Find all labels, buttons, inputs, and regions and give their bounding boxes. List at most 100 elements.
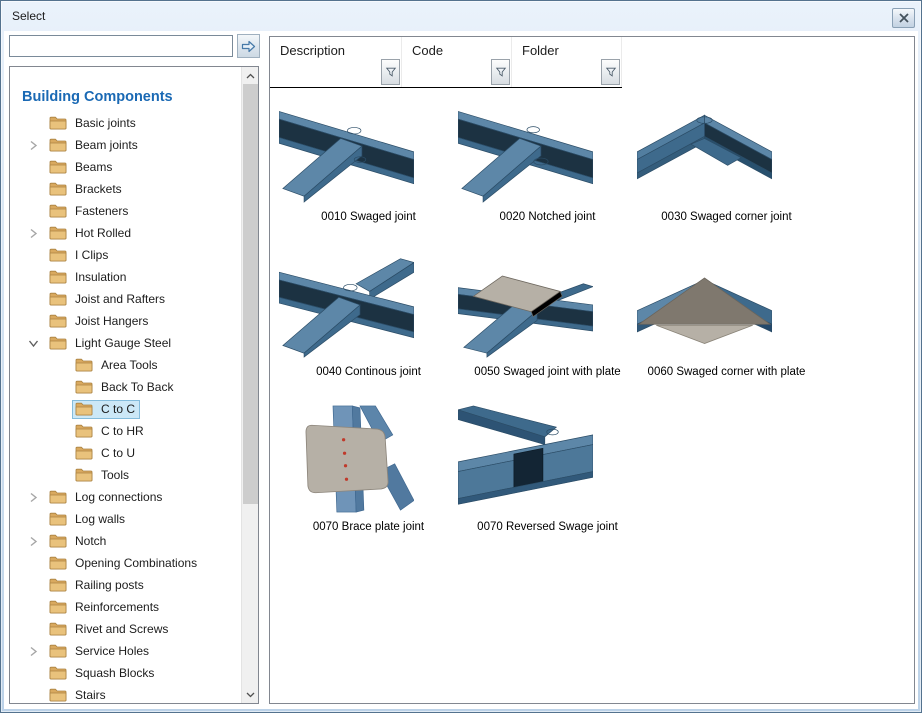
tree-item[interactable]: Insulation	[10, 266, 241, 288]
close-icon	[899, 13, 909, 23]
chevron-icon	[46, 445, 72, 461]
chevron-up-icon	[246, 73, 255, 79]
folder-icon	[49, 138, 71, 153]
chevron-icon	[20, 115, 46, 131]
tree-item[interactable]: I Clips	[10, 244, 241, 266]
filter-button[interactable]	[381, 59, 400, 85]
column-header[interactable]: Code	[402, 37, 512, 87]
tree-item-label: Reinforcements	[75, 600, 159, 614]
close-button[interactable]	[892, 8, 915, 28]
tree-item-label: C to C	[101, 402, 135, 416]
tree-item[interactable]: Stairs	[10, 684, 241, 704]
chevron-icon	[20, 181, 46, 197]
tree-item[interactable]: Log connections	[10, 486, 241, 508]
brace-plate-thumbnail	[279, 404, 458, 519]
tree-item-label: Rivet and Screws	[75, 622, 168, 636]
tree-item[interactable]: Brackets	[10, 178, 241, 200]
filter-button[interactable]	[491, 59, 510, 85]
folder-icon	[75, 424, 97, 439]
chevron-icon	[20, 313, 46, 329]
filter-funnel-icon	[605, 66, 617, 78]
folder-icon	[75, 358, 97, 373]
tree-item[interactable]: Beam joints	[10, 134, 241, 156]
folder-icon	[49, 666, 71, 681]
window-title: Select	[12, 9, 45, 23]
component-item[interactable]: 0070 Brace plate joint	[279, 404, 458, 554]
folder-icon	[49, 226, 71, 241]
chevron-icon	[20, 687, 46, 703]
tree-scrollbar[interactable]	[241, 67, 258, 703]
tree-item-label: Notch	[75, 534, 106, 548]
search-go-button[interactable]	[237, 34, 260, 58]
tree-item[interactable]: Railing posts	[10, 574, 241, 596]
folder-icon	[49, 490, 71, 505]
scrollbar-down-button[interactable]	[242, 686, 259, 703]
tree-item-label: Squash Blocks	[75, 666, 154, 680]
tree-item[interactable]: Tools	[10, 464, 241, 486]
tree-item[interactable]: C to C	[10, 398, 241, 420]
tree-item[interactable]: Log walls	[10, 508, 241, 530]
component-item[interactable]: 0060 Swaged corner with plate	[637, 249, 816, 399]
filter-button[interactable]	[601, 59, 620, 85]
chevron-right-icon[interactable]	[20, 137, 46, 153]
component-item[interactable]: 0020 Notched joint	[458, 94, 637, 244]
title-bar[interactable]: Select	[1, 1, 921, 31]
component-item[interactable]: 0070 Reversed Swage joint	[458, 404, 637, 554]
folder-icon	[49, 600, 71, 615]
tree-root-label[interactable]: Building Components	[22, 89, 173, 105]
tree-item[interactable]: Light Gauge Steel	[10, 332, 241, 354]
tree-item[interactable]: Notch	[10, 530, 241, 552]
chevron-down-icon	[246, 692, 255, 698]
tree-item[interactable]: Basic joints	[10, 112, 241, 134]
tree-item[interactable]: Joist Hangers	[10, 310, 241, 332]
component-tree-panel: Building Components Basic joints Beam jo…	[9, 66, 259, 704]
folder-icon	[75, 402, 97, 417]
tree-item-label: Fasteners	[75, 204, 128, 218]
chevron-right-icon[interactable]	[20, 643, 46, 659]
component-item[interactable]: 0040 Continous joint	[279, 249, 458, 399]
column-header[interactable]: Description	[270, 37, 402, 87]
component-item[interactable]: 0010 Swaged joint	[279, 94, 458, 244]
tree-item[interactable]: Squash Blocks	[10, 662, 241, 684]
column-header[interactable]: Folder	[512, 37, 622, 87]
tree-item[interactable]: Opening Combinations	[10, 552, 241, 574]
scrollbar-thumb[interactable]	[243, 84, 258, 504]
scrollbar-up-button[interactable]	[242, 67, 259, 84]
tree-item[interactable]: Service Holes	[10, 640, 241, 662]
component-item-label: 0060 Swaged corner with plate	[637, 366, 816, 378]
tree-item[interactable]: Back To Back	[10, 376, 241, 398]
tree-item[interactable]: C to U	[10, 442, 241, 464]
folder-icon	[49, 512, 71, 527]
chevron-icon	[20, 247, 46, 263]
chevron-down-icon[interactable]	[20, 335, 46, 351]
tree-item[interactable]: Joist and Rafters	[10, 288, 241, 310]
chevron-icon	[46, 401, 72, 417]
chevron-right-icon[interactable]	[20, 489, 46, 505]
chevron-right-icon[interactable]	[20, 533, 46, 549]
tree-item-label: Brackets	[75, 182, 122, 196]
component-item[interactable]: 0030 Swaged corner joint	[637, 94, 816, 244]
tree-item[interactable]: Beams	[10, 156, 241, 178]
chevron-icon	[46, 423, 72, 439]
tree-item-label: Railing posts	[75, 578, 144, 592]
folder-icon	[75, 380, 97, 395]
tree-item[interactable]: Area Tools	[10, 354, 241, 376]
tree-item[interactable]: Rivet and Screws	[10, 618, 241, 640]
continuous-cross-thumbnail	[279, 249, 458, 364]
chevron-icon	[20, 159, 46, 175]
tree-item-label: Beams	[75, 160, 112, 174]
folder-icon	[49, 204, 71, 219]
tree-item-label: Log connections	[75, 490, 162, 504]
filter-funnel-icon	[495, 66, 507, 78]
folder-icon	[49, 248, 71, 263]
tree-item-label: Insulation	[75, 270, 126, 284]
tree-item[interactable]: Reinforcements	[10, 596, 241, 618]
tree-item-label: Beam joints	[75, 138, 138, 152]
search-input[interactable]	[9, 35, 233, 57]
tree-item[interactable]: Hot Rolled	[10, 222, 241, 244]
tree-item[interactable]: C to HR	[10, 420, 241, 442]
chevron-right-icon[interactable]	[20, 225, 46, 241]
tree-item[interactable]: Fasteners	[10, 200, 241, 222]
folder-icon	[49, 292, 71, 307]
component-item[interactable]: 0050 Swaged joint with plate	[458, 249, 637, 399]
